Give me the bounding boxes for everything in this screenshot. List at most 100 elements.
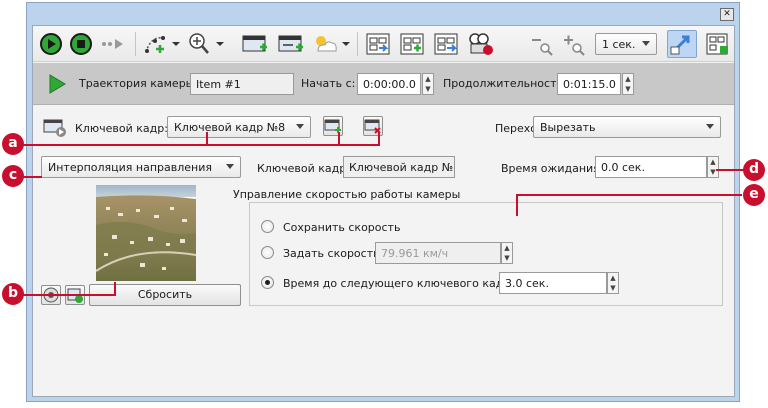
time-to-next-label: Время до следующего ключевого кадра — [283, 277, 518, 290]
down-arrow-icon: ▼ — [504, 254, 510, 262]
add-keyframe-button[interactable] — [323, 116, 343, 136]
step-forward-button[interactable] — [99, 32, 129, 56]
interpolation-keyframe-field: Ключевой кадр №8 — [343, 156, 455, 178]
dialog-window: ✕ 1 сек. Траектория камеры: Item #1 Нача… — [26, 2, 740, 402]
wait-time-label: Время ожидания: — [501, 162, 604, 175]
trajectory-bar: Траектория камеры: Item #1 Начать с: 0:0… — [33, 63, 734, 105]
callout-b-line — [114, 282, 116, 296]
import-icon — [366, 33, 390, 55]
callout-a-line — [20, 144, 380, 146]
import-button[interactable] — [365, 32, 391, 56]
speed-group-title: Управление скоростью работы камеры — [233, 188, 461, 201]
main-toolbar: 1 сек. — [33, 26, 734, 62]
start-time-spinner[interactable]: ▲ ▼ — [422, 73, 434, 95]
set-speed-input: 79.961 км/ч — [375, 242, 501, 264]
camera-preview-image — [96, 185, 196, 281]
up-arrow-icon: ▲ — [425, 75, 431, 83]
duration-spinner[interactable]: ▲ ▼ — [622, 73, 634, 95]
toolbar-separator — [135, 32, 136, 56]
play-button[interactable] — [39, 32, 63, 56]
trajectory-name-field[interactable]: Item #1 — [190, 73, 294, 95]
speed-step-select[interactable]: 1 сек. — [595, 33, 657, 55]
chevron-down-icon — [226, 164, 234, 169]
callout-e-line — [516, 194, 742, 196]
duration-input[interactable]: 0:01:15.0 — [557, 73, 621, 95]
export-icon — [400, 33, 424, 55]
keyframe-select-value: Ключевой кадр №8 — [174, 121, 286, 134]
callout-b-line — [20, 294, 116, 296]
zoom-in-button[interactable] — [561, 32, 587, 56]
chevron-down-icon — [642, 41, 650, 46]
zoom-out-icon — [532, 39, 553, 56]
up-arrow-icon: ▲ — [610, 274, 616, 282]
time-to-next-radio[interactable] — [261, 276, 274, 289]
screen-settings-icon — [278, 35, 303, 52]
follow-camera-icon — [670, 35, 690, 55]
interpolation-mode-value: Интерполяция направления — [48, 161, 212, 174]
dialog-client-area: 1 сек. Траектория камеры: Item #1 Начать… — [32, 25, 735, 397]
record-video-icon — [469, 33, 493, 55]
duration-label: Продолжительность: — [443, 77, 567, 90]
callout-e-badge: e — [743, 184, 765, 206]
time-to-next-spinner[interactable]: ▲ ▼ — [607, 272, 619, 294]
trajectory-label: Траектория камеры: — [79, 77, 199, 90]
down-arrow-icon: ▼ — [425, 85, 431, 93]
zoom-to-track-button[interactable] — [187, 32, 225, 56]
transition-select-value: Вырезать — [540, 121, 596, 134]
set-speed-spinner: ▲ ▼ — [501, 242, 513, 264]
down-arrow-icon: ▼ — [610, 284, 616, 292]
follow-camera-toggle[interactable] — [667, 30, 697, 58]
add-screen-button[interactable] — [241, 32, 269, 56]
start-label: Начать с: — [301, 77, 356, 90]
keyframe-list-icon — [706, 33, 728, 55]
zoom-to-track-icon — [189, 33, 224, 54]
start-time-input[interactable]: 0:00:00.0 — [357, 73, 421, 95]
chevron-down-icon — [706, 124, 714, 129]
save-track-icon — [434, 33, 458, 55]
up-arrow-icon: ▲ — [504, 244, 510, 252]
export-button[interactable] — [399, 32, 425, 56]
trajectory-play-button[interactable] — [47, 73, 67, 95]
interpolation-keyframe-label: Ключевой кадр: — [257, 162, 350, 175]
transition-select[interactable]: Вырезать — [533, 116, 721, 138]
keep-speed-label: Сохранить скорость — [283, 221, 401, 234]
wait-time-input[interactable]: 0.0 сек. — [595, 156, 707, 178]
keyframe-select[interactable]: Ключевой кадр №8 — [167, 116, 311, 138]
screen-settings-button[interactable] — [277, 32, 305, 56]
close-icon: ✕ — [723, 9, 731, 19]
wait-time-spinner[interactable]: ▲ ▼ — [707, 156, 719, 178]
keyframe-icon — [43, 116, 67, 138]
weather-icon — [316, 36, 350, 52]
record-video-button[interactable] — [467, 32, 495, 56]
keep-speed-radio[interactable] — [261, 220, 274, 233]
zoom-out-button[interactable] — [529, 32, 555, 56]
callout-a-line — [378, 132, 380, 146]
delete-keyframe-button[interactable] — [363, 116, 383, 136]
screenshot-frame: ✕ 1 сек. Траектория камеры: Item #1 Нача… — [0, 0, 768, 408]
set-speed-label: Задать скорость — [283, 247, 380, 260]
keyframe-list-button[interactable] — [705, 32, 731, 56]
stop-icon — [70, 33, 92, 55]
play-icon — [40, 33, 62, 55]
down-arrow-icon: ▼ — [625, 85, 631, 93]
zoom-in-icon — [564, 35, 585, 56]
save-track-button[interactable] — [433, 32, 459, 56]
callout-e-line — [516, 194, 518, 216]
close-button[interactable]: ✕ — [720, 8, 734, 21]
chevron-down-icon — [296, 124, 304, 129]
callout-b-badge: b — [2, 283, 24, 305]
keyframe-label: Ключевой кадр: — [75, 122, 168, 135]
interpolation-mode-select[interactable]: Интерполяция направления — [41, 156, 241, 178]
callout-d-badge: d — [743, 159, 765, 181]
add-keyframe-path-icon — [145, 36, 180, 53]
add-screen-icon — [242, 35, 267, 52]
callout-d-line — [716, 169, 744, 171]
weather-button[interactable] — [313, 32, 351, 56]
speed-step-value: 1 сек. — [602, 38, 636, 51]
callout-c-badge: c — [2, 165, 24, 187]
set-speed-radio[interactable] — [261, 246, 274, 259]
stop-button[interactable] — [69, 32, 93, 56]
time-to-next-input[interactable]: 3.0 сек. — [499, 272, 607, 294]
add-keyframe-path-button[interactable] — [143, 32, 181, 56]
play-icon — [49, 74, 66, 94]
